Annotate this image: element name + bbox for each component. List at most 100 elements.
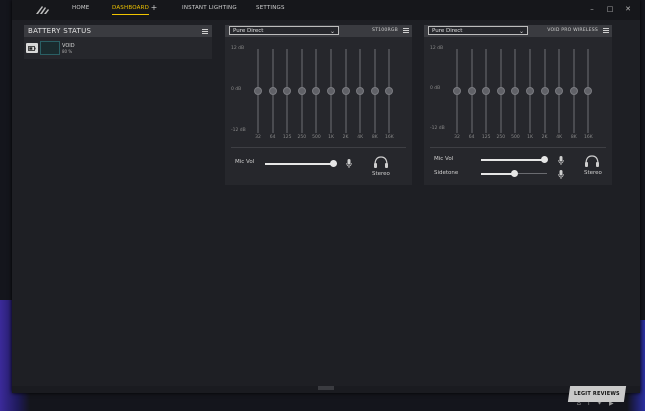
void-preset-value: Pure Direct bbox=[432, 28, 463, 34]
eq-knob-16K[interactable] bbox=[385, 87, 394, 95]
minimize-button[interactable]: – bbox=[586, 3, 598, 15]
void-preset-select[interactable]: Pure Direct ⌄ bbox=[428, 26, 528, 35]
eq-knob-2K[interactable] bbox=[540, 87, 549, 95]
eq-band-1K[interactable] bbox=[526, 49, 534, 133]
battery-panel-header: BATTERY STATUS bbox=[24, 25, 212, 37]
sidetone-icon[interactable] bbox=[558, 170, 564, 179]
maximize-button[interactable]: □ bbox=[604, 3, 616, 15]
eq-band-250[interactable] bbox=[297, 49, 306, 133]
device-name: VOID bbox=[62, 42, 75, 49]
st100-preset-select[interactable]: Pure Direct ⌄ bbox=[229, 26, 339, 35]
eq-band-64[interactable] bbox=[467, 49, 476, 133]
mic-vol-slider[interactable] bbox=[265, 160, 338, 168]
battery-panel-title: BATTERY STATUS bbox=[28, 27, 92, 35]
stereo-label[interactable]: Stereo bbox=[372, 171, 390, 177]
eq-db-bottom: -12 dB bbox=[430, 126, 445, 131]
nav-home[interactable]: HOME bbox=[72, 5, 90, 11]
eq-knob-1K[interactable] bbox=[526, 87, 534, 95]
eq-band-4K[interactable] bbox=[356, 49, 365, 133]
battery-status-panel: BATTERY STATUS VOID 80 % bbox=[24, 25, 212, 59]
corsair-logo-icon bbox=[36, 6, 49, 14]
eq-band-250[interactable] bbox=[496, 49, 505, 133]
close-button[interactable]: ✕ bbox=[622, 3, 634, 15]
st100-preset-value: Pure Direct bbox=[233, 28, 264, 34]
bottom-bar bbox=[12, 386, 640, 393]
top-nav-bar: HOME DASHBOARD + INSTANT LIGHTING SETTIN… bbox=[12, 0, 640, 20]
st100-device-name: ST100RGB bbox=[372, 28, 398, 33]
nav-settings[interactable]: SETTINGS bbox=[256, 5, 285, 11]
menu-icon[interactable] bbox=[202, 28, 208, 34]
eq-knob-2K[interactable] bbox=[341, 87, 350, 95]
st100-header: Pure Direct ⌄ ST100RGB bbox=[225, 25, 412, 37]
eq-band-64[interactable] bbox=[268, 49, 277, 133]
eq-band-500[interactable] bbox=[312, 49, 321, 133]
sidetone-slider[interactable] bbox=[481, 170, 547, 178]
eq-knob-16K[interactable] bbox=[584, 87, 593, 95]
device-thumbnail bbox=[40, 41, 60, 55]
eq-knob-500[interactable] bbox=[312, 87, 321, 95]
divider bbox=[231, 147, 406, 148]
headset-icon[interactable] bbox=[373, 156, 389, 168]
eq-knob-8K[interactable] bbox=[569, 87, 578, 95]
watermark-logo: LEGIT REVIEWS bbox=[567, 386, 627, 402]
eq-knob-4K[interactable] bbox=[356, 87, 365, 95]
nav-dashboard[interactable]: DASHBOARD bbox=[112, 5, 150, 15]
nav-instant-lighting[interactable]: INSTANT LIGHTING bbox=[182, 5, 237, 11]
mic-vol-label: Mic Vol bbox=[235, 159, 255, 165]
eq-knob-125[interactable] bbox=[283, 87, 292, 95]
eq-band-8K[interactable] bbox=[370, 49, 379, 133]
eq-db-bottom: -12 dB bbox=[231, 128, 246, 133]
eq-freq-label: 16K bbox=[385, 135, 394, 140]
sidetone-label: Sidetone bbox=[434, 170, 459, 176]
stereo-label[interactable]: Stereo bbox=[584, 170, 602, 176]
eq-band-1K[interactable] bbox=[327, 49, 335, 133]
eq-knob-64[interactable] bbox=[268, 87, 277, 95]
menu-icon[interactable] bbox=[403, 28, 409, 33]
void-panel: Pure Direct ⌄ VOID PRO WIRELESS 12 dB 0 … bbox=[424, 25, 612, 185]
add-dashboard-button[interactable]: + bbox=[150, 4, 158, 12]
eq-band-16K[interactable] bbox=[584, 49, 593, 133]
divider bbox=[430, 147, 606, 148]
eq-freq-label: 16K bbox=[584, 135, 593, 140]
eq-db-mid: 0 dB bbox=[231, 87, 242, 92]
eq-band-500[interactable] bbox=[511, 49, 520, 133]
eq-band-125[interactable] bbox=[482, 49, 491, 133]
eq-knob-64[interactable] bbox=[467, 87, 476, 95]
eq-knob-250[interactable] bbox=[496, 87, 505, 95]
eq-knob-125[interactable] bbox=[482, 87, 491, 95]
headset-icon[interactable] bbox=[584, 155, 600, 167]
mic-vol-label: Mic Vol bbox=[434, 156, 454, 162]
mic-vol-slider[interactable] bbox=[481, 156, 548, 164]
mic-icon[interactable] bbox=[346, 159, 352, 168]
menu-icon[interactable] bbox=[603, 28, 609, 33]
eq-band-32[interactable] bbox=[453, 49, 461, 133]
eq-knob-32[interactable] bbox=[453, 87, 461, 95]
void-header: Pure Direct ⌄ VOID PRO WIRELESS bbox=[424, 25, 612, 37]
mic-icon[interactable] bbox=[558, 156, 564, 165]
app-window: HOME DASHBOARD + INSTANT LIGHTING SETTIN… bbox=[12, 0, 640, 393]
eq-knob-4K[interactable] bbox=[555, 87, 564, 95]
battery-icon[interactable] bbox=[26, 43, 38, 53]
device-battery-percent: 80 % bbox=[62, 48, 73, 54]
void-device-name: VOID PRO WIRELESS bbox=[547, 28, 598, 33]
chevron-down-icon: ⌄ bbox=[518, 28, 524, 35]
eq-knob-32[interactable] bbox=[254, 87, 262, 95]
eq-knob-500[interactable] bbox=[511, 87, 520, 95]
eq-db-top: 12 dB bbox=[231, 46, 245, 51]
eq-band-4K[interactable] bbox=[555, 49, 564, 133]
eq-band-16K[interactable] bbox=[385, 49, 394, 133]
eq-band-8K[interactable] bbox=[569, 49, 578, 133]
chevron-down-icon: ⌄ bbox=[329, 28, 335, 35]
eq-knob-250[interactable] bbox=[297, 87, 306, 95]
eq-band-2K[interactable] bbox=[341, 49, 350, 133]
st100-panel: Pure Direct ⌄ ST100RGB 12 dB 0 dB -12 dB… bbox=[225, 25, 412, 185]
st100-equalizer: 12 dB 0 dB -12 dB 32 64 125 250 500 1K 2K 4K 8K 1… bbox=[225, 39, 412, 143]
battery-device-row[interactable]: VOID 80 % bbox=[26, 41, 75, 55]
eq-band-125[interactable] bbox=[283, 49, 292, 133]
eq-knob-1K[interactable] bbox=[327, 87, 335, 95]
eq-band-32[interactable] bbox=[254, 49, 262, 133]
eq-db-top: 12 dB bbox=[430, 46, 444, 51]
eq-knob-8K[interactable] bbox=[370, 87, 379, 95]
expand-handle[interactable] bbox=[318, 386, 334, 390]
eq-band-2K[interactable] bbox=[540, 49, 549, 133]
